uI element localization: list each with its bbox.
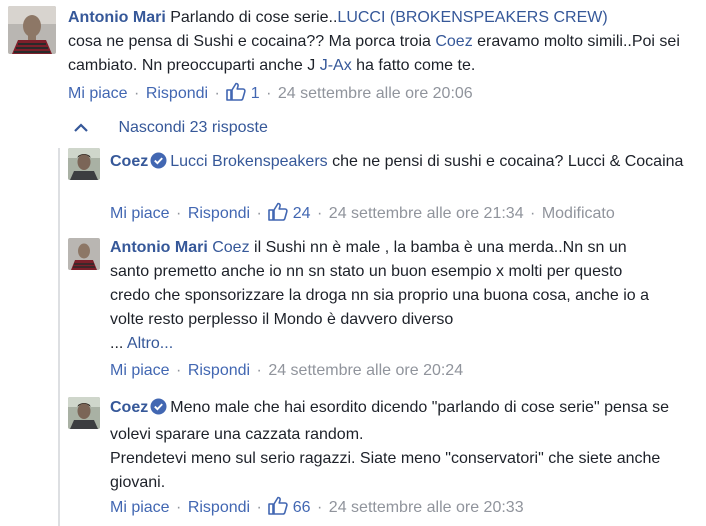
verified-badge-icon [150,398,167,423]
timestamp[interactable]: 24 settembre alle ore 21:34 [329,205,524,222]
thumbs-up-icon[interactable] [268,202,289,227]
timestamp[interactable]: 24 settembre alle ore 20:06 [278,85,473,102]
reply-button[interactable]: Rispondi [188,205,250,222]
timestamp[interactable]: 24 settembre alle ore 20:33 [329,499,524,516]
comment-body: Antonio Mari Parlando di cose serie..LUC… [68,9,680,74]
thumbs-up-icon[interactable] [226,82,247,107]
verified-badge-icon [150,152,167,177]
like-button[interactable]: Mi piace [110,205,170,222]
like-count[interactable]: 24 [293,205,311,222]
reply-button[interactable]: Rispondi [188,499,250,516]
mention-coez[interactable]: Coez [435,33,472,50]
mention-j-ax[interactable]: J-Ax [320,57,352,74]
reply-actions: Mi piace · Rispondi · 66 · 24 settembre … [110,496,524,521]
mention-lucci-brokenspeakers[interactable]: Lucci Brokenspeakers [170,153,327,170]
avatar[interactable] [68,397,100,429]
hide-replies-label[interactable]: Nascondi 23 risposte [118,119,267,136]
thumbs-up-icon[interactable] [268,496,289,521]
avatar[interactable] [68,238,100,270]
reply-button[interactable]: Rispondi [188,362,250,379]
reply-actions: Mi piace · Rispondi · 24 · 24 settembre … [110,202,615,227]
like-button[interactable]: Mi piace [110,362,170,379]
mention-lucci[interactable]: LUCCI (BROKENSPEAKERS CREW) [337,9,607,26]
chevron-up-icon [74,116,104,140]
reply-body: Antonio Mari Coez il Sushi nn è male , l… [110,239,650,352]
reply-body: Coez Meno male che hai esordito dicendo "… [110,398,670,491]
reply-author[interactable]: Coez [110,153,148,170]
avatar[interactable] [8,6,56,54]
hide-replies-toggle[interactable]: Nascondi 23 risposte [74,116,268,140]
like-button[interactable]: Mi piace [110,499,170,516]
like-button[interactable]: Mi piace [68,85,128,102]
avatar[interactable] [68,148,100,180]
reply-body: Coez Lucci Brokenspeakers che ne pensi di… [110,150,690,177]
reply-author[interactable]: Antonio Mari [110,239,208,256]
timestamp[interactable]: 24 settembre alle ore 20:24 [268,362,463,379]
edited-label[interactable]: Modificato [542,205,615,222]
replies-thread-line [58,148,60,526]
like-count[interactable]: 66 [293,499,311,516]
reply-button[interactable]: Rispondi [146,85,208,102]
comment-actions: Mi piace · Rispondi · 1 · 24 settembre a… [68,82,473,107]
like-count[interactable]: 1 [251,85,260,102]
mention-coez[interactable]: Coez [212,239,249,256]
see-more-link[interactable]: Altro... [127,335,173,352]
reply-author[interactable]: Coez [110,399,148,416]
comment-author[interactable]: Antonio Mari [68,9,166,26]
reply-actions: Mi piace · Rispondi · 24 settembre alle … [110,362,464,379]
